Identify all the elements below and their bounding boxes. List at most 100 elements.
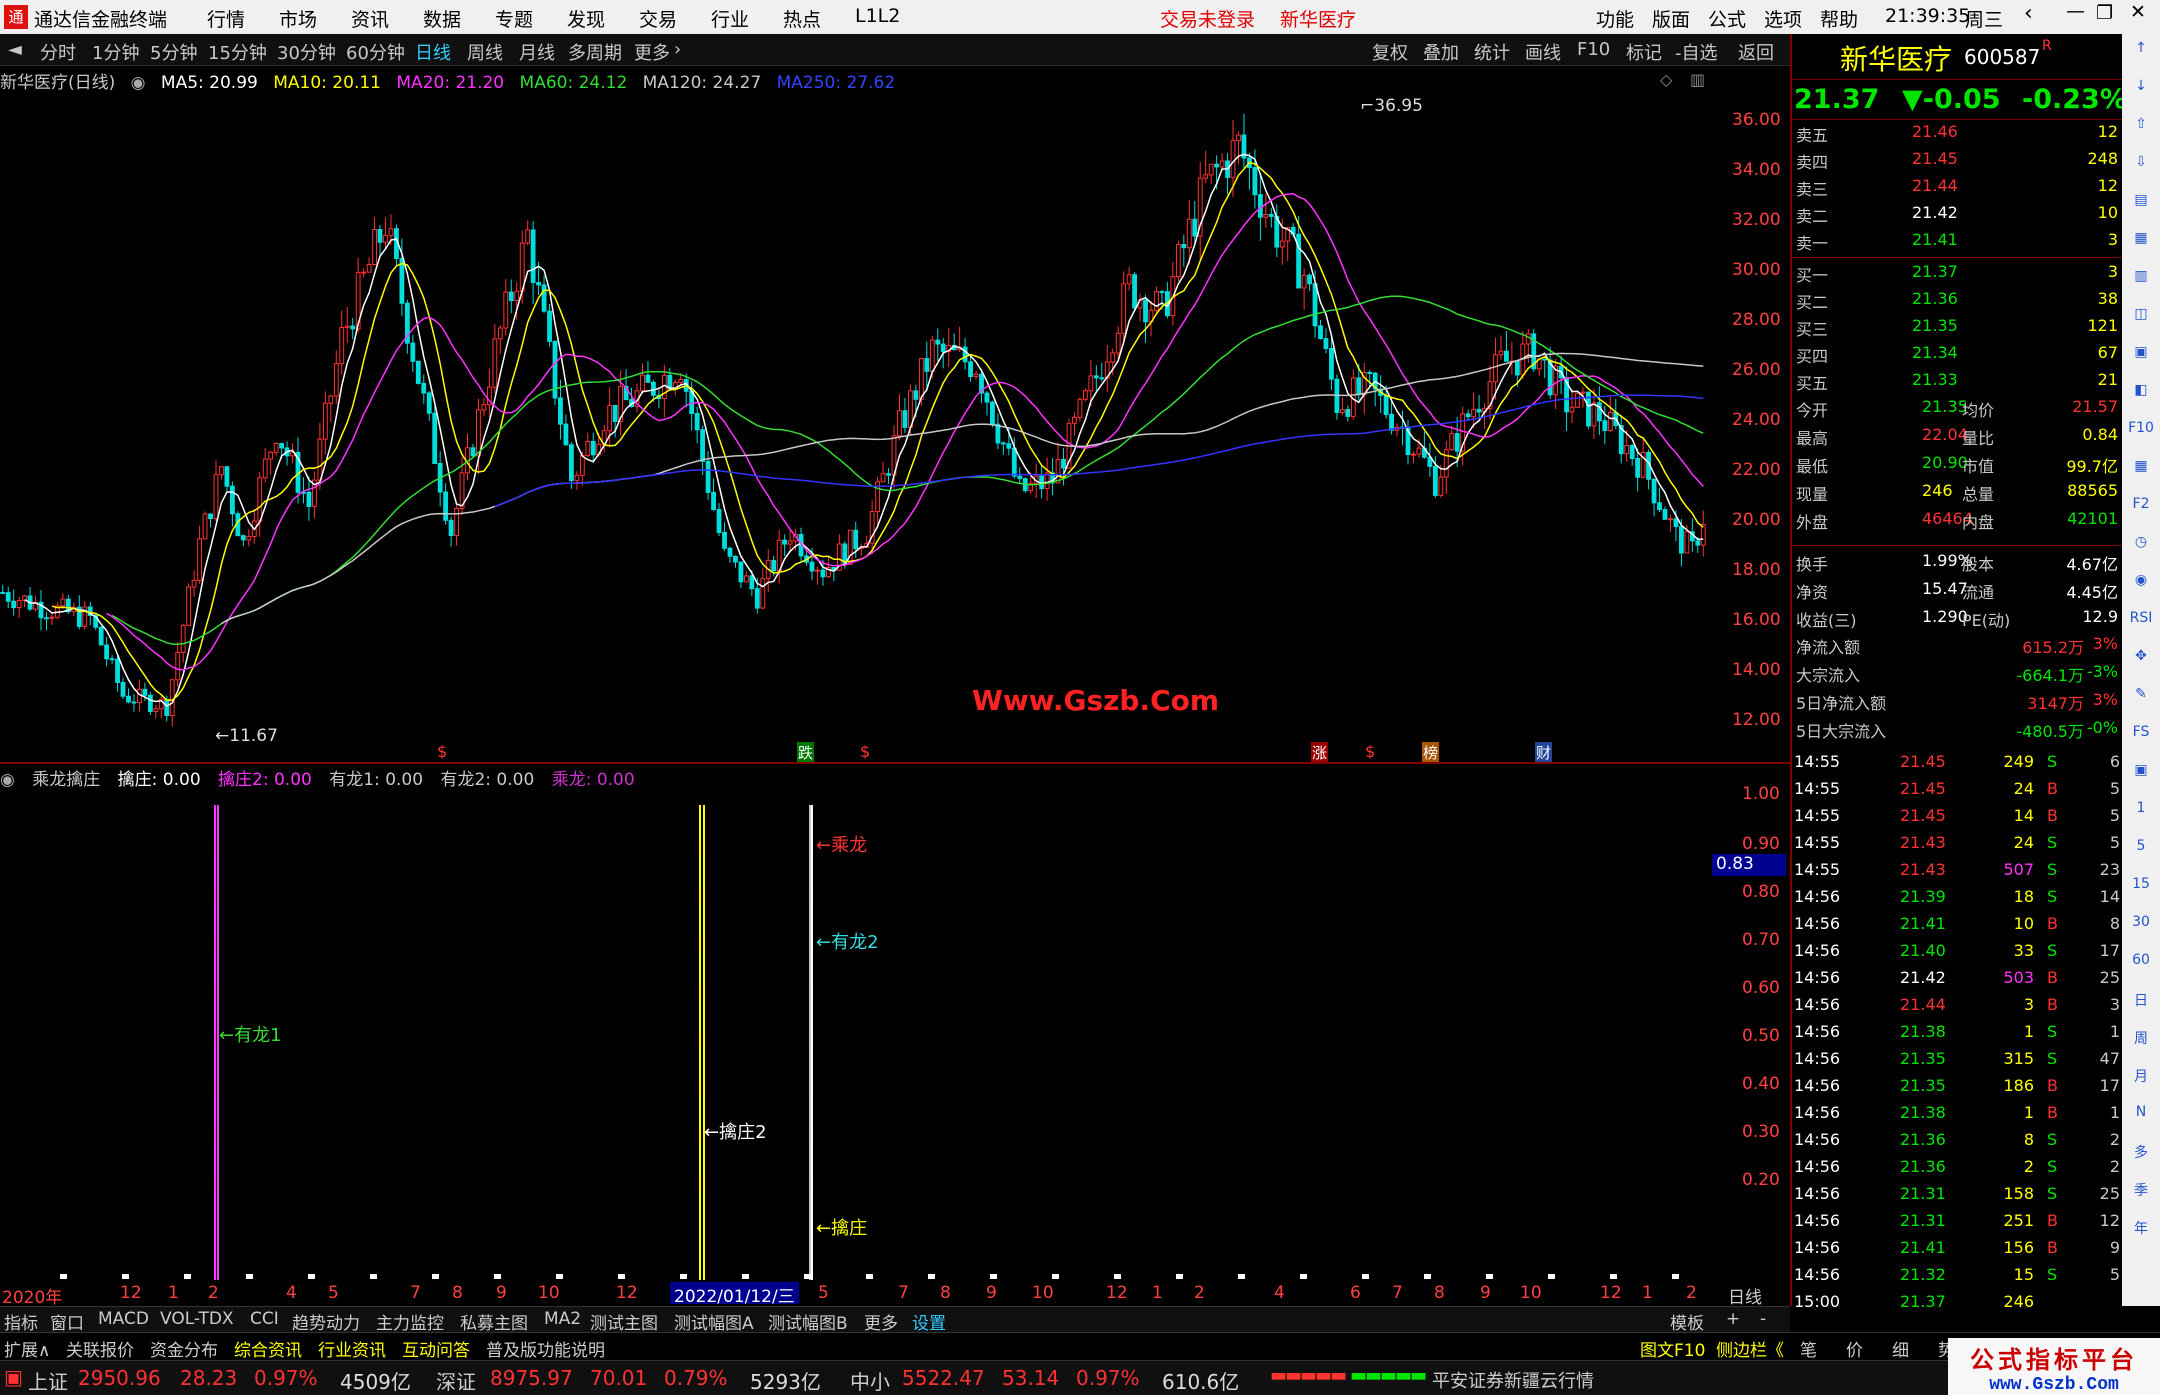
tab-fund-distribution[interactable]: 资金分布 bbox=[150, 1336, 218, 1361]
event-marker[interactable]: 财 bbox=[1535, 742, 1553, 763]
tab-trend[interactable]: 趋势动力 bbox=[292, 1309, 360, 1334]
tab-weekly[interactable]: 周线 bbox=[467, 39, 503, 65]
tab-expand[interactable]: 扩展∧ bbox=[4, 1336, 50, 1361]
close-icon[interactable]: ✕ bbox=[2130, 1, 2146, 23]
back-icon[interactable]: ‹ bbox=[2024, 1, 2033, 26]
menu-function[interactable]: 功能 bbox=[1596, 5, 1634, 32]
index-name[interactable]: 中小 bbox=[850, 1366, 890, 1395]
toolbar-overlay[interactable]: 叠加 bbox=[1423, 39, 1459, 65]
sidebar-toggle-icon[interactable]: ◄ bbox=[8, 39, 22, 60]
event-marker[interactable]: 榜 bbox=[1422, 742, 1440, 763]
tool-icon[interactable]: 月 bbox=[2122, 1066, 2160, 1100]
restore-icon[interactable]: ❐ bbox=[2096, 2, 2113, 24]
event-marker[interactable]: 跌 bbox=[797, 742, 815, 763]
event-marker[interactable]: $ bbox=[437, 742, 447, 761]
tool-icon[interactable]: ↓ bbox=[2122, 78, 2160, 112]
tool-icon[interactable]: ▥ bbox=[2122, 268, 2160, 302]
tool-icon[interactable]: N bbox=[2122, 1104, 2160, 1138]
minimize-icon[interactable]: — bbox=[2066, 0, 2085, 22]
tab-5min[interactable]: 5分钟 bbox=[150, 39, 197, 65]
tick-list[interactable]: 14:55 21.45 249 S 6 14:55 21.45 24 B 5 14:55 21.45 1… bbox=[1792, 750, 2122, 1311]
tool-icon[interactable]: ◷ bbox=[2122, 534, 2160, 568]
gear-icon[interactable]: ◉ bbox=[131, 73, 146, 93]
tool-icon[interactable]: F2 bbox=[2122, 496, 2160, 530]
menu-l1l2[interactable]: L1L2 bbox=[855, 5, 900, 27]
tool-icon[interactable]: ▤ bbox=[2122, 192, 2160, 226]
tool-icon[interactable]: ▦ bbox=[2122, 230, 2160, 264]
tab-ma2[interactable]: MA2 bbox=[544, 1309, 581, 1329]
menu-trade[interactable]: 交易 bbox=[639, 5, 677, 32]
tool-icon[interactable]: ▣ bbox=[2122, 762, 2160, 796]
login-status[interactable]: 交易未登录 bbox=[1160, 5, 1255, 32]
tab-private[interactable]: 私募主图 bbox=[460, 1309, 528, 1334]
tool-icon[interactable]: 60 bbox=[2122, 952, 2160, 986]
tab-vol[interactable]: VOL-TDX bbox=[160, 1309, 234, 1329]
tab-detail[interactable]: 细 bbox=[1892, 1336, 1909, 1361]
tab-qa[interactable]: 互动问答 bbox=[402, 1336, 470, 1361]
tool-icon[interactable]: 多 bbox=[2122, 1142, 2160, 1176]
chart-expand-icon[interactable]: ▥ bbox=[1690, 70, 1705, 89]
menu-options[interactable]: 选项 bbox=[1764, 5, 1802, 32]
tab-test-a[interactable]: 测试幅图A bbox=[674, 1309, 754, 1334]
tab-more[interactable]: 更多 bbox=[634, 39, 670, 65]
tool-icon[interactable]: 15 bbox=[2122, 876, 2160, 910]
toolbar-f10[interactable]: F10 bbox=[1577, 39, 1610, 60]
menu-hot[interactable]: 热点 bbox=[783, 5, 821, 32]
tab-test-b[interactable]: 测试幅图B bbox=[768, 1309, 848, 1334]
menu-discover[interactable]: 发现 bbox=[567, 5, 605, 32]
tab-sidebar[interactable]: 侧边栏《 bbox=[1716, 1336, 1784, 1361]
tab-daily[interactable]: 日线 bbox=[415, 39, 451, 65]
toolbar-mark[interactable]: 标记 bbox=[1626, 39, 1662, 65]
menu-topic[interactable]: 专题 bbox=[495, 5, 533, 32]
tab-f10-graphic[interactable]: 图文F10 bbox=[1640, 1336, 1705, 1361]
tool-icon[interactable]: 日 bbox=[2122, 990, 2160, 1024]
index-name[interactable]: 深证 bbox=[436, 1366, 476, 1395]
menu-help[interactable]: 帮助 bbox=[1820, 5, 1858, 32]
tab-help[interactable]: 普及版功能说明 bbox=[486, 1336, 605, 1361]
add-button[interactable]: + bbox=[1726, 1309, 1740, 1329]
menu-news[interactable]: 资讯 bbox=[351, 5, 389, 32]
tool-icon[interactable]: 季 bbox=[2122, 1180, 2160, 1214]
tab-window[interactable]: 窗口 bbox=[50, 1309, 84, 1334]
tab-settings[interactable]: 设置 bbox=[912, 1309, 946, 1334]
tool-icon[interactable]: ◉ bbox=[2122, 572, 2160, 606]
tool-icon[interactable]: F10 bbox=[2122, 420, 2160, 454]
event-marker[interactable]: $ bbox=[1365, 742, 1375, 761]
tab-template[interactable]: 模板 bbox=[1670, 1309, 1704, 1334]
tool-icon[interactable]: 周 bbox=[2122, 1028, 2160, 1062]
tab-30min[interactable]: 30分钟 bbox=[277, 39, 336, 65]
toolbar-adjust[interactable]: 复权 bbox=[1372, 39, 1408, 65]
menu-industry[interactable]: 行业 bbox=[711, 5, 749, 32]
tool-icon[interactable]: ✥ bbox=[2122, 648, 2160, 682]
tab-1min[interactable]: 1分钟 bbox=[92, 39, 139, 65]
tab-monthly[interactable]: 月线 bbox=[519, 39, 555, 65]
tab-test-main[interactable]: 测试主图 bbox=[590, 1309, 658, 1334]
tool-icon[interactable]: 5 bbox=[2122, 838, 2160, 872]
tool-icon[interactable]: FS bbox=[2122, 724, 2160, 758]
tab-general-news[interactable]: 综合资讯 bbox=[234, 1336, 302, 1361]
tool-icon[interactable]: ⇧ bbox=[2122, 116, 2160, 150]
tool-icon[interactable]: ▦ bbox=[2122, 458, 2160, 492]
tab-macd[interactable]: MACD bbox=[98, 1309, 149, 1329]
indicator-gear-icon[interactable]: ◉ bbox=[0, 770, 15, 790]
toolbar-back[interactable]: 返回 bbox=[1738, 39, 1774, 65]
tool-icon[interactable]: ▣ bbox=[2122, 344, 2160, 378]
tab-cci[interactable]: CCI bbox=[250, 1309, 279, 1329]
toolbar-watchlist[interactable]: -自选 bbox=[1675, 39, 1718, 65]
tab-strokes[interactable]: 笔 bbox=[1800, 1336, 1817, 1361]
tab-main-monitor[interactable]: 主力监控 bbox=[376, 1309, 444, 1334]
menu-layout[interactable]: 版面 bbox=[1652, 5, 1690, 32]
tab-price[interactable]: 价 bbox=[1846, 1336, 1863, 1361]
tab-multi[interactable]: 多周期 bbox=[568, 39, 622, 65]
event-marker[interactable]: $ bbox=[860, 742, 870, 761]
tool-icon[interactable]: RSI bbox=[2122, 610, 2160, 644]
menu-market[interactable]: 市场 bbox=[279, 5, 317, 32]
chart-pin-icon[interactable]: ◇ bbox=[1660, 70, 1672, 89]
tab-fenshi[interactable]: 分时 bbox=[40, 39, 76, 65]
tool-icon[interactable]: ↑ bbox=[2122, 40, 2160, 74]
tool-icon[interactable]: 1 bbox=[2122, 800, 2160, 834]
remove-button[interactable]: - bbox=[1760, 1309, 1766, 1329]
tool-icon[interactable]: 年 bbox=[2122, 1218, 2160, 1252]
tool-icon[interactable]: ◫ bbox=[2122, 306, 2160, 340]
menu-quote[interactable]: 行情 bbox=[207, 5, 245, 32]
